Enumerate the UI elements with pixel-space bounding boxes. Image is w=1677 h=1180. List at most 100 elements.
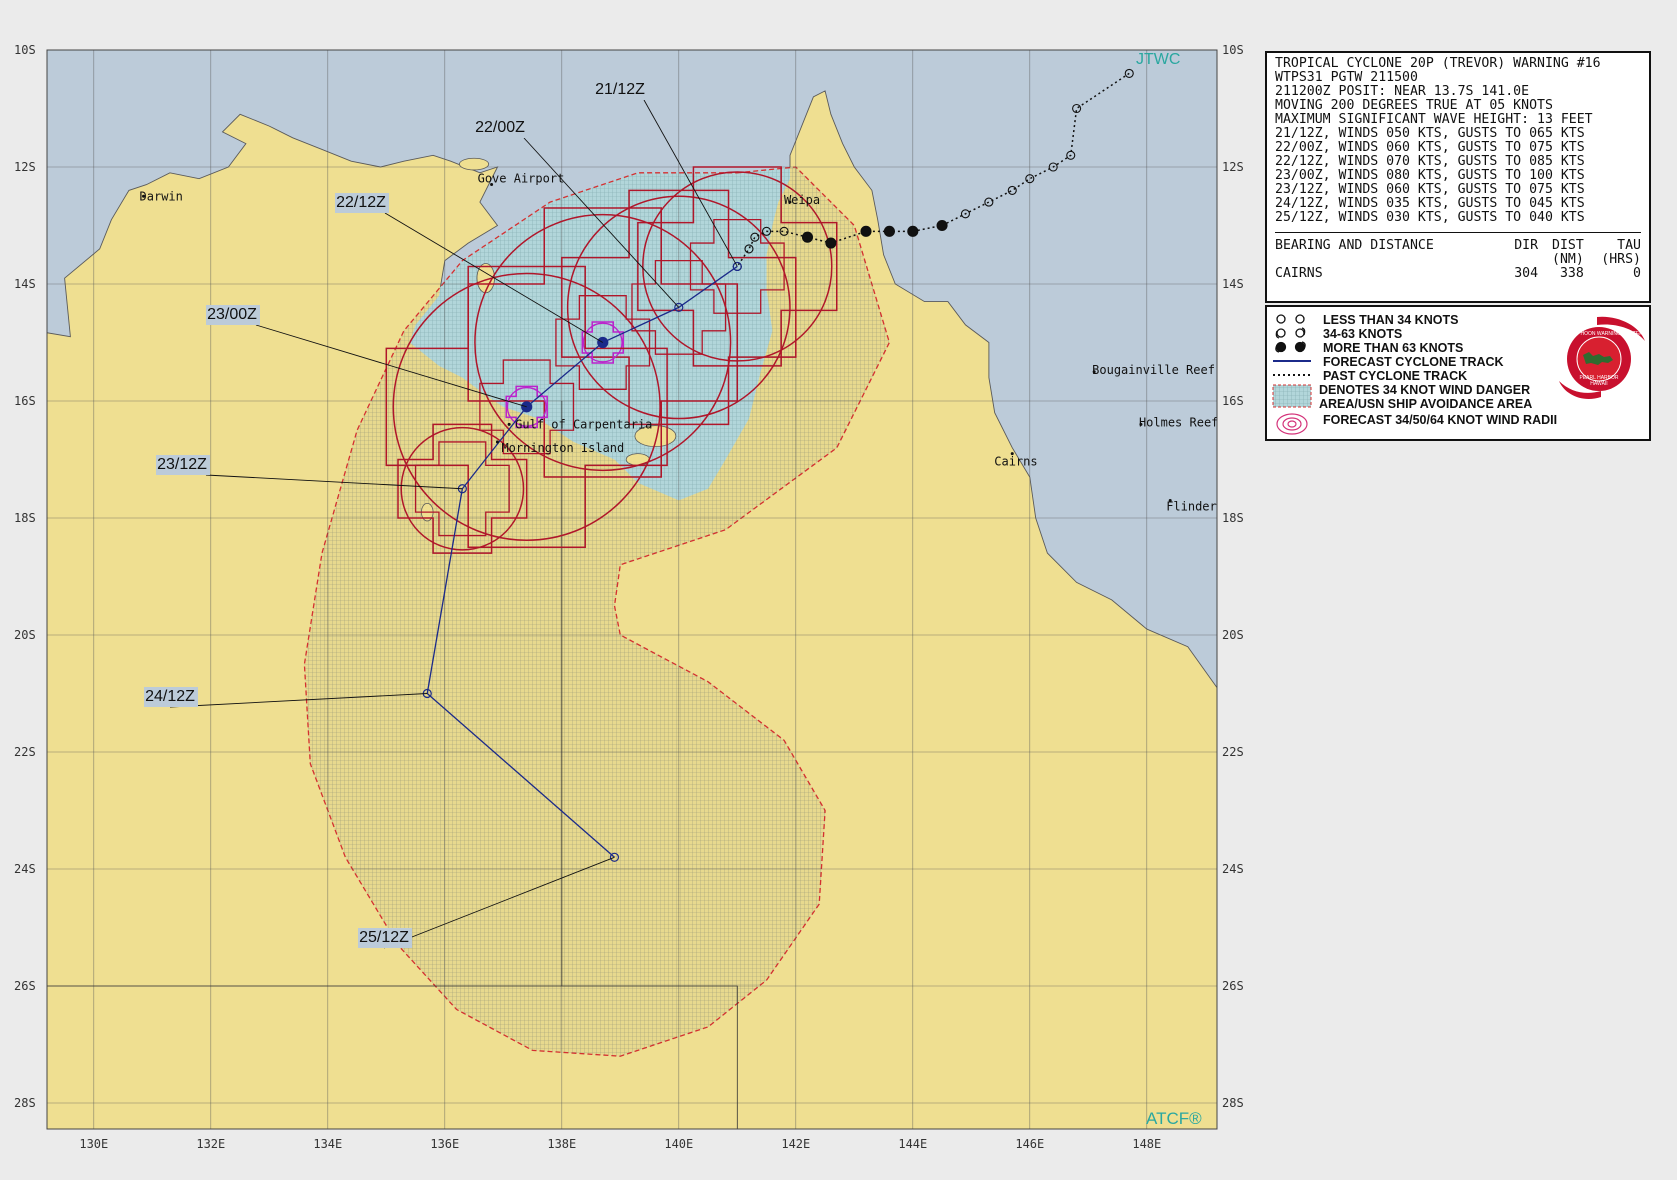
- place-label: Flinders Reef: [1166, 499, 1260, 513]
- bd-dir: 304: [1514, 266, 1539, 281]
- lat-tick-left: 12S: [14, 160, 36, 174]
- table-row: CAIRNS 304 338 0: [1275, 267, 1641, 281]
- lat-tick-left: 26S: [14, 979, 36, 993]
- lon-tick: 130E: [79, 1137, 108, 1151]
- lat-tick-right: 28S: [1222, 1096, 1244, 1110]
- lat-tick-left: 20S: [14, 628, 36, 642]
- lon-tick: 136E: [430, 1137, 459, 1151]
- lat-tick-right: 20S: [1222, 628, 1244, 642]
- lon-tick: 148E: [1132, 1137, 1161, 1151]
- svg-text:JOINT TYPHOON WARNING CENTER: JOINT TYPHOON WARNING CENTER: [1555, 331, 1643, 337]
- header-line: 25/12Z, WINDS 030 KTS, GUSTS TO 040 KTS: [1275, 210, 1585, 225]
- lat-tick-right: 10S: [1222, 43, 1244, 57]
- bd-col-tau-unit: (HRS): [1601, 252, 1641, 267]
- legend-item: MORE THAN 63 KNOTS: [1323, 341, 1464, 355]
- past-track-point: [825, 237, 837, 249]
- legend-item: FORECAST 34/50/64 KNOT WIND RADII: [1323, 413, 1558, 427]
- legend-item: DENOTES 34 KNOT WIND DANGER: [1319, 383, 1531, 397]
- wind-radii-icon: [1276, 413, 1308, 435]
- svg-text:22/00Z: 22/00Z: [475, 119, 525, 136]
- lat-tick-left: 22S: [14, 745, 36, 759]
- lat-tick-left: 14S: [14, 277, 36, 291]
- lon-tick: 146E: [1015, 1137, 1044, 1151]
- bd-place: CAIRNS: [1275, 266, 1323, 281]
- jtwc-logo: JTWC: [1136, 51, 1180, 68]
- new-guinea-landmass: [679, 0, 913, 9]
- header-line: TROPICAL CYCLONE 20P (TREVOR) WARNING #1…: [1275, 56, 1601, 71]
- lat-tick-right: 24S: [1222, 862, 1244, 876]
- lon-tick: 134E: [313, 1137, 342, 1151]
- bd-tau: 0: [1633, 266, 1641, 281]
- jtwc-seal-icon: JOINT TYPHOON WARNING CENTER PEARL HARBO…: [1555, 316, 1645, 400]
- lat-tick-left: 10S: [14, 43, 36, 57]
- svg-text:23/00Z: 23/00Z: [207, 306, 257, 323]
- header-line: 24/12Z, WINDS 035 KTS, GUSTS TO 045 KTS: [1275, 196, 1585, 211]
- lat-tick-left: 16S: [14, 394, 36, 408]
- divider: [1275, 232, 1641, 233]
- bd-col-dist-unit: (NM): [1552, 252, 1584, 267]
- place-label: Mornington Island: [501, 441, 624, 455]
- lat-tick-left: 18S: [14, 511, 36, 525]
- bd-col-dir: DIR: [1514, 238, 1539, 253]
- header-line: MAXIMUM SIGNIFICANT WAVE HEIGHT: 13 FEET: [1275, 112, 1593, 127]
- bd-dist: 338: [1559, 266, 1584, 281]
- legend-item: PAST CYCLONE TRACK: [1323, 369, 1468, 383]
- danger-area-icon: [1272, 384, 1312, 408]
- header-line: WTPS31 PGTW 211500: [1275, 70, 1418, 85]
- lon-tick: 140E: [664, 1137, 693, 1151]
- place-label: Gulf of Carpentaria: [515, 417, 652, 431]
- legend-symbols: [1272, 314, 1312, 435]
- lat-tick-left: 24S: [14, 862, 36, 876]
- svg-text:23/12Z: 23/12Z: [157, 456, 207, 473]
- past-track-point: [907, 225, 919, 237]
- warning-info-panel: TROPICAL CYCLONE 20P (TREVOR) WARNING #1…: [1265, 51, 1651, 303]
- bd-col-dist: DIST: [1552, 238, 1584, 253]
- less-than-34kt-icon: [1276, 314, 1305, 324]
- 34-63kt-icon: [1275, 327, 1306, 339]
- place-label: Darwin: [140, 189, 183, 203]
- bd-title: BEARING AND DISTANCE: [1275, 238, 1434, 253]
- atcf-logo: ATCF®: [1146, 1109, 1202, 1128]
- past-track-point: [801, 231, 814, 243]
- place-label: Bougainville Reef: [1092, 363, 1215, 377]
- legend-item: 34-63 KNOTS: [1323, 327, 1403, 341]
- svg-text:25/12Z: 25/12Z: [359, 929, 409, 946]
- more-than-63kt-icon: [1275, 341, 1306, 353]
- svg-text:24/12Z: 24/12Z: [145, 688, 195, 705]
- lat-tick-right: 22S: [1222, 745, 1244, 759]
- lon-tick: 142E: [781, 1137, 810, 1151]
- place-label: Gove Airport: [478, 172, 565, 186]
- past-track-point: [860, 225, 872, 237]
- svg-text:HAWAII: HAWAII: [1590, 381, 1607, 387]
- header-line: 23/00Z, WINDS 080 KTS, GUSTS TO 100 KTS: [1275, 168, 1585, 183]
- lon-tick: 132E: [196, 1137, 225, 1151]
- place-label: Weipa: [784, 193, 820, 207]
- lon-tick: 138E: [547, 1137, 576, 1151]
- lat-tick-right: 12S: [1222, 160, 1244, 174]
- header-line: 211200Z POSIT: NEAR 13.7S 141.0E: [1275, 84, 1530, 99]
- header-line: 22/12Z, WINDS 070 KTS, GUSTS TO 085 KTS: [1275, 154, 1585, 169]
- header-line: MOVING 200 DEGREES TRUE AT 05 KNOTS: [1275, 98, 1553, 113]
- lat-tick-right: 16S: [1222, 394, 1244, 408]
- warning-header: TROPICAL CYCLONE 20P (TREVOR) WARNING #1…: [1275, 57, 1641, 225]
- lat-tick-left: 28S: [14, 1096, 36, 1110]
- place-label: Holmes Reef: [1139, 415, 1218, 429]
- legend-panel: LESS THAN 34 KNOTS 34-63 KNOTS MORE THAN 6…: [1265, 305, 1651, 441]
- bd-col-tau: TAU: [1617, 238, 1641, 253]
- svg-text:22/12Z: 22/12Z: [336, 194, 386, 211]
- place-label: Cairns: [994, 455, 1037, 469]
- past-track-point: [883, 225, 895, 237]
- lat-tick-right: 14S: [1222, 277, 1244, 291]
- header-line: 23/12Z, WINDS 060 KTS, GUSTS TO 075 KTS: [1275, 182, 1585, 197]
- lat-tick-right: 18S: [1222, 511, 1244, 525]
- header-line: 22/00Z, WINDS 060 KTS, GUSTS TO 075 KTS: [1275, 140, 1585, 155]
- header-line: 21/12Z, WINDS 050 KTS, GUSTS TO 065 KTS: [1275, 126, 1585, 141]
- past-track-point: [936, 219, 948, 232]
- bearing-distance-table: BEARING AND DISTANCE DIR DIST TAU (NM) (…: [1275, 239, 1641, 281]
- lat-tick-right: 26S: [1222, 979, 1244, 993]
- legend-item: LESS THAN 34 KNOTS: [1323, 313, 1459, 327]
- lon-tick: 144E: [898, 1137, 927, 1151]
- legend-item: FORECAST CYCLONE TRACK: [1323, 355, 1504, 369]
- legend-item: AREA/USN SHIP AVOIDANCE AREA: [1319, 397, 1533, 411]
- svg-text:21/12Z: 21/12Z: [595, 81, 645, 98]
